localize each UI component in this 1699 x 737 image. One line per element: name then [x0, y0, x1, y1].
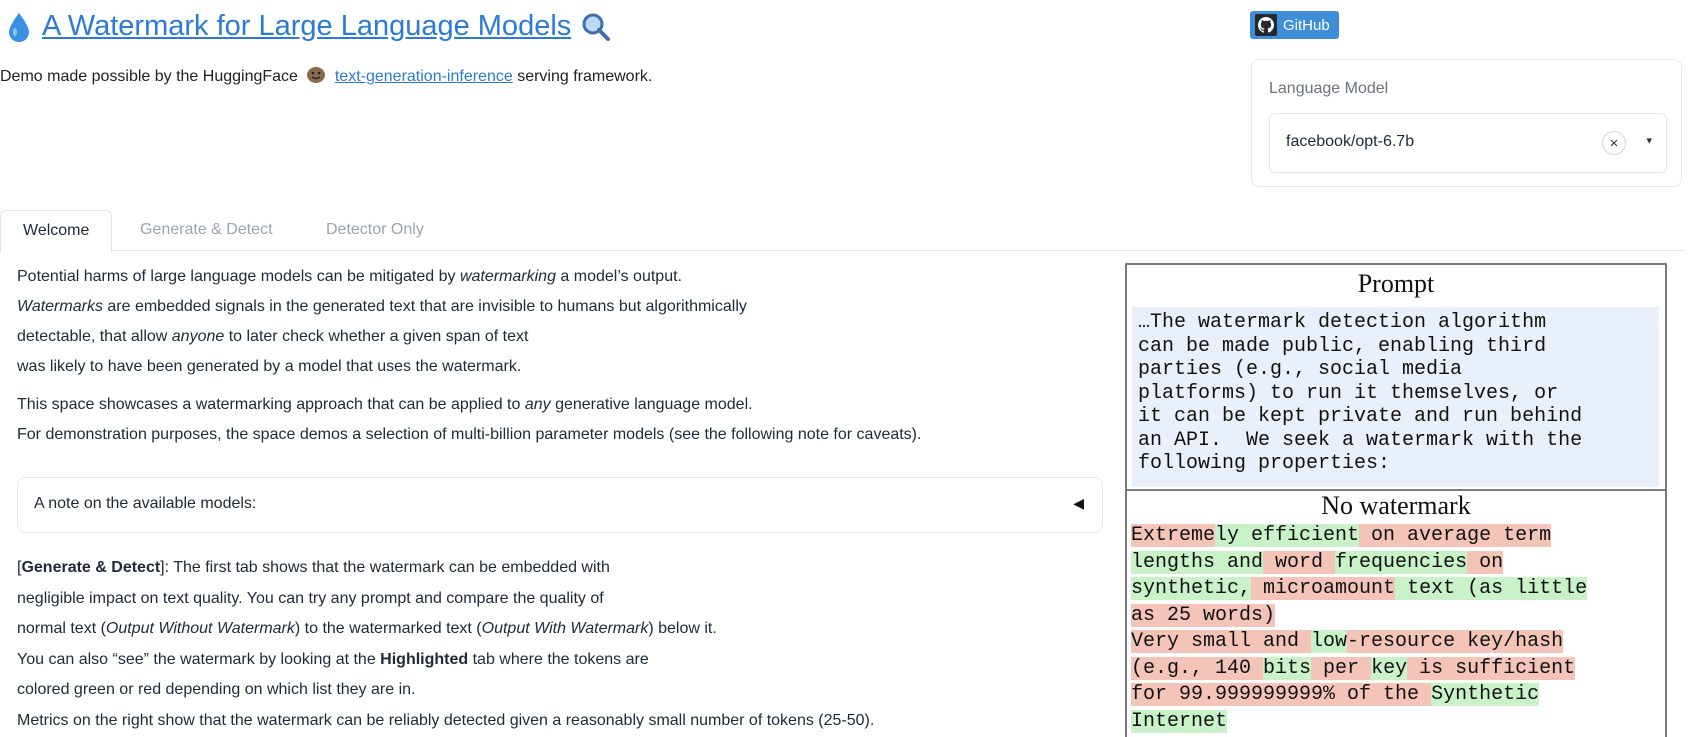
red-token: on [1467, 550, 1504, 574]
intro-line: detectable, that allow anyone to later c… [17, 328, 529, 345]
github-button[interactable]: GitHub [1250, 11, 1339, 39]
tgi-link[interactable]: text-generation-inference [335, 68, 513, 85]
intro-line: Potential harms of large language models… [17, 268, 682, 285]
red-token: on average term [1359, 524, 1552, 547]
subtitle-text: Demo made possible by the HuggingFace [0, 68, 298, 85]
token-line: synthetic, microamount text (as little [1131, 576, 1661, 603]
github-label: GitHub [1283, 16, 1330, 34]
desc-line: negligible impact on text quality. You c… [17, 589, 604, 607]
prompt-heading: Prompt [1357, 269, 1435, 298]
chevron-down-icon[interactable]: ▾ [1646, 134, 1652, 147]
green-token: Synthetic [1431, 683, 1540, 706]
subtitle-suffix: serving framework. [517, 68, 653, 85]
generate-detect-description: [Generate & Detect]: The first tab shows… [17, 553, 1097, 736]
no-watermark-heading: No watermark [1321, 491, 1471, 520]
green-token: low [1311, 630, 1348, 653]
red-token: per [1311, 656, 1372, 680]
desc-line: colored green or red depending on which … [17, 681, 416, 698]
page-title: A Watermark for Large Language Models [6, 10, 611, 43]
desc-line: [Generate & Detect]: The first tab shows… [17, 559, 610, 576]
green-token: frequencies [1335, 550, 1468, 574]
intro-line: This space showcases a watermarking appr… [17, 396, 753, 413]
token-line: as 25 words) [1131, 603, 1661, 630]
no-watermark-text: Extremely efficient on average term lengt… [1131, 523, 1661, 735]
tab-detector-only[interactable]: Detector Only [326, 210, 424, 250]
models-note-accordion[interactable]: A note on the available models: ◀ [17, 477, 1103, 533]
language-model-value: facebook/opt-6.7b [1286, 133, 1415, 150]
droplet-icon [9, 12, 29, 42]
red-token: (e.g., 140 [1131, 656, 1264, 680]
hugging-face-icon [307, 67, 326, 83]
prompt-text: …The watermark detection algorithm can b… [1132, 307, 1659, 487]
intro-line: was likely to have been generated by a m… [17, 358, 522, 375]
desc-line: Metrics on the right show that the water… [17, 711, 875, 729]
watermark-example-figure: Prompt …The watermark detection algorith… [1125, 263, 1667, 737]
token-line: Extremely efficient on average term [1131, 523, 1661, 550]
token-line: for 99.999999999% of the Synthetic [1131, 682, 1661, 709]
intro-line: Watermarks are embedded signals in the g… [17, 298, 747, 315]
intro-line: For demonstration purposes, the space de… [17, 426, 922, 443]
models-note-label: A note on the available models: [34, 495, 257, 512]
green-token: synthetic, [1131, 577, 1252, 600]
red-token: for 99.999999999% of the [1131, 683, 1432, 706]
red-token: as 25 words) [1131, 603, 1276, 627]
tab-bar: Welcome Generate & Detect Detector Only [0, 210, 1685, 253]
title-link[interactable]: A Watermark for Large Language Models [42, 10, 571, 43]
green-token: key [1371, 656, 1408, 680]
green-token: Internet [1131, 709, 1228, 733]
language-model-label: Language Model [1269, 80, 1389, 97]
caret-left-icon[interactable]: ◀ [1073, 495, 1084, 512]
language-model-panel: Language Model facebook/opt-6.7b × ▾ [1251, 59, 1682, 187]
tab-generate-detect[interactable]: Generate & Detect [140, 210, 273, 250]
token-line: Very small and low-resource key/hash [1131, 629, 1661, 656]
token-line: lengths and word frequencies on [1131, 550, 1661, 577]
token-line: Internet [1131, 709, 1661, 736]
green-token: text (as little [1395, 577, 1588, 600]
language-model-dropdown[interactable]: facebook/opt-6.7b × ▾ [1269, 113, 1667, 173]
red-token: is sufficient [1407, 656, 1576, 680]
intro-text: Potential harms of large language models… [17, 262, 1097, 450]
red-token: word [1263, 550, 1336, 574]
red-token: Very small and [1131, 630, 1312, 653]
red-token: Extreme [1131, 524, 1216, 547]
token-line: (e.g., 140 bits per key is sufficient [1131, 656, 1661, 683]
desc-line: normal text (Output Without Watermark) t… [17, 620, 717, 637]
green-token: ly efficient [1215, 524, 1360, 547]
clear-icon[interactable]: × [1602, 131, 1626, 155]
tab-welcome[interactable]: Welcome [0, 210, 113, 253]
subtitle: Demo made possible by the HuggingFace te… [0, 66, 652, 86]
green-token: bits [1263, 656, 1312, 680]
red-token: microamount [1251, 577, 1396, 600]
red-token: -resource key/hash [1347, 630, 1564, 653]
desc-line: You can also “see” the watermark by look… [17, 650, 649, 668]
green-token: lengths and [1131, 550, 1264, 574]
github-icon [1255, 14, 1277, 36]
magnifier-icon [582, 13, 611, 41]
